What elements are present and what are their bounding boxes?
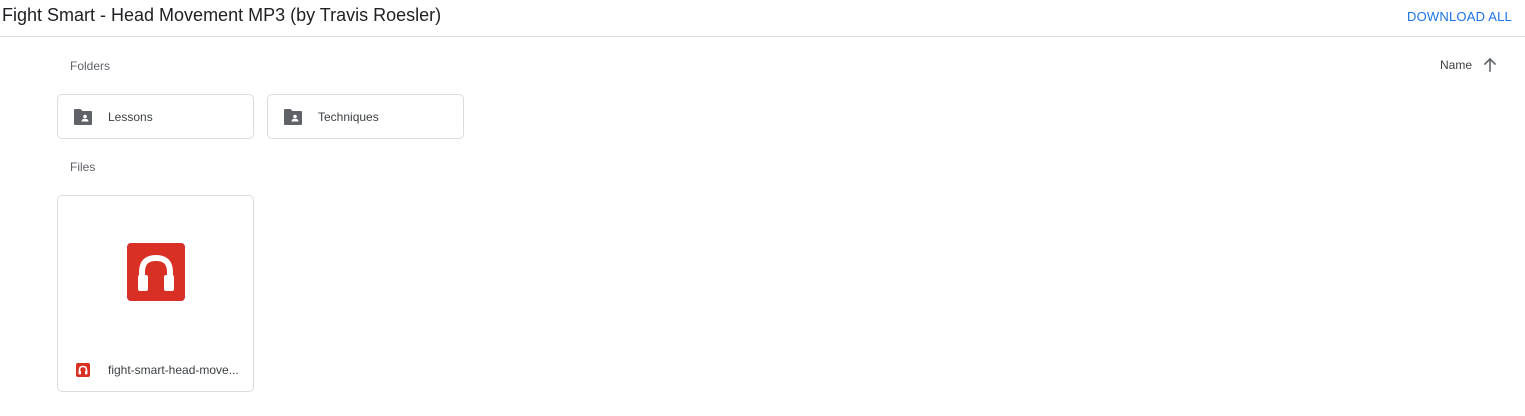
audio-headphones-icon [76,363,90,377]
download-all-button[interactable]: DOWNLOAD ALL [1407,9,1512,24]
sort-by-name-button[interactable]: Name [1440,57,1498,73]
folder-name: Lessons [108,110,153,124]
shared-folder-icon [283,108,303,126]
arrow-up-icon [1482,57,1498,73]
audio-thumbnail-icon [127,243,185,301]
folder-name: Techniques [318,110,379,124]
file-name: fight-smart-head-move... [108,363,239,377]
files-section-label: Files [70,160,96,174]
page-title: Fight Smart - Head Movement MP3 (by Trav… [2,5,442,25]
folders-section-label: Folders [70,59,111,73]
file-card[interactable]: fight-smart-head-move... [57,195,254,392]
folder-card-lessons[interactable]: Lessons [57,94,254,139]
folder-card-techniques[interactable]: Techniques [267,94,464,139]
sort-label: Name [1439,58,1472,72]
header-bar: Fight Smart - Head Movement MP3 (by Trav… [0,0,1525,37]
shared-folder-icon [73,108,93,126]
